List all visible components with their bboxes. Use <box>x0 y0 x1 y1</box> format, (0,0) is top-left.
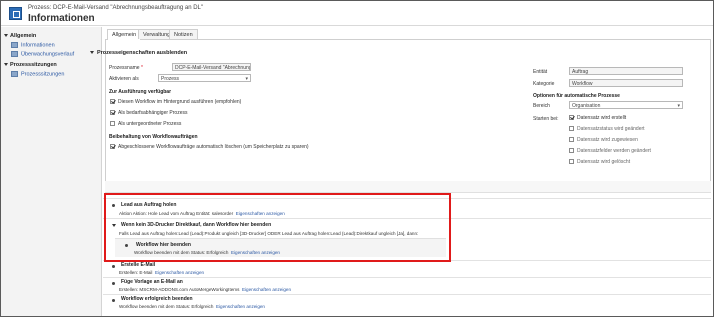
step-detail: Erstellen: E-Mail Eigenschaften anzeigen <box>119 270 205 275</box>
process-icon <box>9 7 22 20</box>
form-icon <box>11 42 18 48</box>
auto-options-heading: Optionen für automatische Prozesse <box>533 93 620 99</box>
collapse-icon <box>90 51 94 55</box>
step-bullet-icon <box>112 299 115 302</box>
step-bullet-icon <box>112 265 115 268</box>
checkbox-record-created[interactable]: Datensatz wird erstellt <box>569 115 626 121</box>
collapse-icon <box>4 34 8 38</box>
sidebar-section-general[interactable]: Allgemein <box>4 33 36 39</box>
chevron-down-icon: ▾ <box>677 103 680 109</box>
process-name-label: Prozessname * <box>109 65 143 71</box>
chevron-down-icon: ▾ <box>245 76 248 82</box>
checkbox-on-demand[interactable]: Als bedarfsabhängiger Prozess <box>110 110 188 116</box>
checkbox-child-process[interactable]: Als untergeordneter Prozess <box>110 121 181 127</box>
availability-heading: Zur Ausführung verfügbar <box>109 89 172 95</box>
collapse-icon <box>4 63 8 67</box>
properties-toggle[interactable]: Prozesseigenschaften ausblenden <box>90 50 187 56</box>
step-detail: Workflow beenden mit dem Status: Erfolgr… <box>119 304 265 309</box>
title-bar: Prozess: DCP-E-Mail-Versand "Abrechnungs… <box>1 1 713 26</box>
entity-field: Auftrag <box>569 67 683 75</box>
checkbox-icon <box>569 159 574 165</box>
step-title: Füge Vorlage an E-Mail an <box>121 279 183 285</box>
tab-general[interactable]: Allgemein <box>107 29 142 40</box>
step-title: Erstelle E-Mail <box>121 262 156 268</box>
checkbox-checked-icon <box>110 144 115 150</box>
checkbox-record-deleted[interactable]: Datensatz wird gelöscht <box>569 159 630 165</box>
activate-as-select[interactable]: Prozess ▾ <box>158 74 251 82</box>
scope-select[interactable]: Organisation ▾ <box>569 101 683 109</box>
checkbox-background[interactable]: Diesen Workflow im Hintergrund ausführen… <box>110 99 241 105</box>
process-name-field[interactable]: DCP-E-Mail-Versand "Abrechnungsbeau <box>172 63 251 71</box>
sidebar-item-audit-history[interactable]: Überwachungsverlauf <box>11 51 74 57</box>
session-icon <box>11 71 18 77</box>
view-properties-link[interactable]: Eigenschaften anzeigen <box>155 270 204 275</box>
highlight-box <box>104 193 451 262</box>
checkbox-checked-icon <box>110 99 115 105</box>
checkbox-icon <box>569 148 574 154</box>
retention-heading: Beibehaltung von Workflowaufträgen <box>109 134 198 140</box>
checkbox-checked-icon <box>110 110 115 116</box>
checkbox-record-assigned[interactable]: Datensatz wird zugewiesen <box>569 137 638 143</box>
sidebar-item-process-sessions[interactable]: Prozesssitzungen <box>11 71 64 77</box>
step-attach-template[interactable]: Füge Vorlage an E-Mail an Erstellen: MSC… <box>103 277 711 295</box>
step-create-email[interactable]: Erstelle E-Mail Erstellen: E-Mail Eigens… <box>103 260 711 278</box>
tab-notes[interactable]: Notizen <box>169 29 198 39</box>
checkbox-status-changed[interactable]: Datensatzstatus wird geändert <box>569 126 645 132</box>
category-label: Kategorie <box>533 81 555 87</box>
sidebar: Allgemein Informationen Überwachungsverl… <box>1 27 102 316</box>
step-detail: Erstellen: MSCRM-ADDONS.com AutoMergeWor… <box>119 287 292 292</box>
step-title: Workflow erfolgreich beenden <box>121 296 193 302</box>
sidebar-item-information[interactable]: Informationen <box>11 42 55 48</box>
checkbox-icon <box>569 137 574 143</box>
step-bullet-icon <box>112 282 115 285</box>
checkbox-icon <box>110 121 115 127</box>
activate-as-label: Aktivieren als <box>109 76 139 82</box>
checkbox-checked-icon <box>569 115 574 121</box>
checkbox-fields-changed[interactable]: Datensatzfelder werden geändert <box>569 148 651 154</box>
view-properties-link[interactable]: Eigenschaften anzeigen <box>242 287 291 292</box>
steps-toolbar <box>105 181 711 193</box>
view-properties-link[interactable]: Eigenschaften anzeigen <box>216 304 265 309</box>
scope-label: Bereich <box>533 103 550 109</box>
history-icon <box>11 51 18 57</box>
checkbox-auto-delete[interactable]: Abgeschlossene Workflowaufträge automati… <box>110 144 309 150</box>
checkbox-icon <box>569 126 574 132</box>
entity-label: Entität <box>533 69 548 75</box>
step-end-success[interactable]: Workflow erfolgreich beenden Workflow be… <box>103 294 711 312</box>
page-title: Informationen <box>28 13 95 24</box>
start-when-label: Starten bei: <box>533 116 559 122</box>
category-field: Workflow <box>569 79 683 87</box>
sidebar-section-process-sessions[interactable]: Prozesssitzungen <box>4 62 57 68</box>
breadcrumb: Prozess: DCP-E-Mail-Versand "Abrechnungs… <box>28 5 204 11</box>
